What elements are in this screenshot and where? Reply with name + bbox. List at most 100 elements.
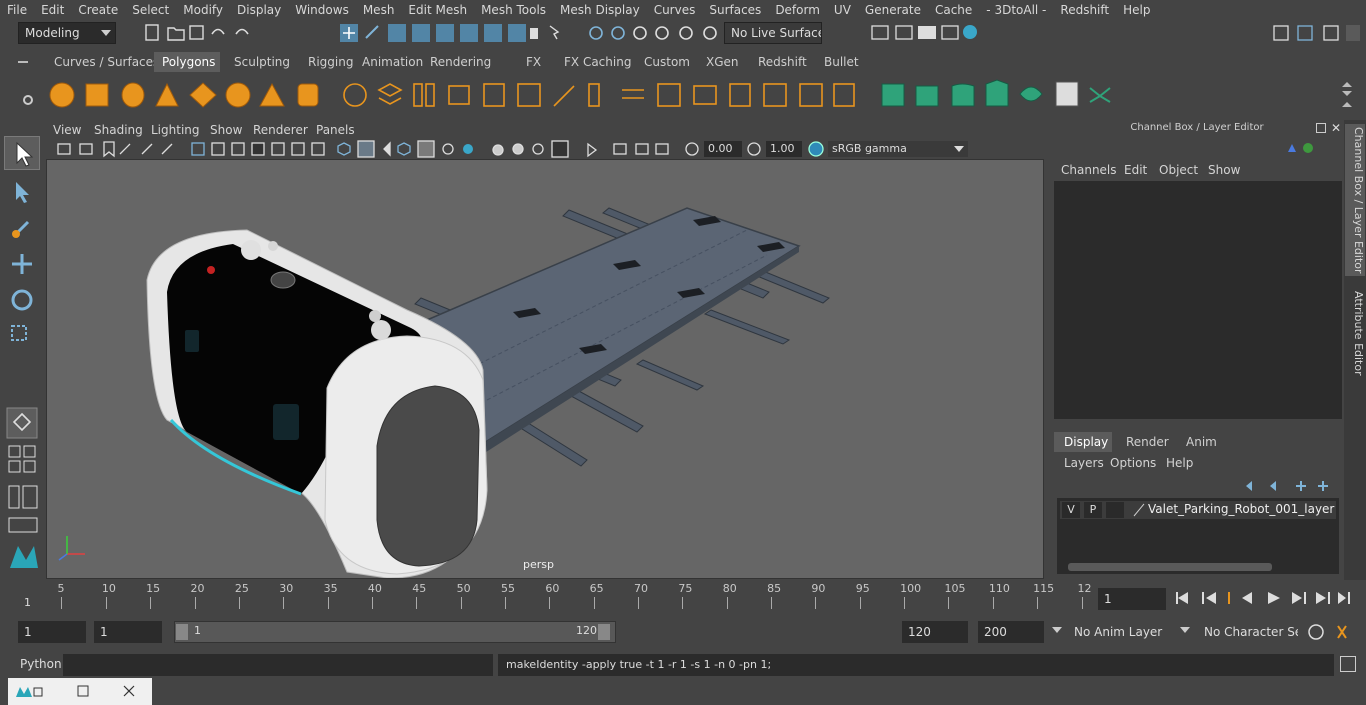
tab-channel-box[interactable]: Channel Box / Layer Editor — [1345, 124, 1365, 276]
menu-item-edit-mesh[interactable]: Edit Mesh — [401, 0, 474, 20]
menu-item-select[interactable]: Select — [125, 0, 176, 20]
viewport-menu-show[interactable]: Show — [210, 120, 242, 140]
channel-box-menu-object[interactable]: Object — [1159, 163, 1198, 177]
color-space-select[interactable]: sRGB gamma — [828, 141, 968, 157]
menu-item-edit[interactable]: Edit — [34, 0, 71, 20]
viewport-menu-shading[interactable]: Shading — [94, 120, 143, 140]
menu-item-help[interactable]: Help — [1116, 0, 1157, 20]
menu-item-mesh-tools[interactable]: Mesh Tools — [474, 0, 553, 20]
shelf-tab-curves-surfaces[interactable]: Curves / Surfaces — [46, 52, 159, 72]
channel-box-menu-edit[interactable]: Edit — [1124, 163, 1147, 177]
viewport-menu-panels[interactable]: Panels — [316, 120, 355, 140]
shelf-tab-xgen[interactable]: XGen — [698, 52, 742, 72]
shelf-tools[interactable] — [44, 76, 1364, 114]
shelf-tab-animation[interactable]: Animation — [354, 52, 423, 72]
layout-buttons[interactable] — [4, 406, 40, 576]
anim-pref-icons[interactable] — [1306, 622, 1358, 642]
menu-item-surfaces[interactable]: Surfaces — [702, 0, 768, 20]
channel-list[interactable] — [1054, 181, 1342, 419]
shelf-tab-redshift[interactable]: Redshift — [750, 52, 808, 72]
character-set-select[interactable]: No Character Set — [1198, 621, 1298, 643]
menu-item-mesh[interactable]: Mesh — [356, 0, 402, 20]
anim-layer-select[interactable]: No Anim Layer — [1068, 621, 1192, 643]
menu-item-create[interactable]: Create — [71, 0, 125, 20]
menu-item-file[interactable]: File — [0, 0, 34, 20]
mode-selector[interactable]: Modeling — [18, 22, 116, 44]
layer-type-toggle[interactable] — [1106, 502, 1124, 518]
timeline-tick-label: 15 — [146, 582, 161, 595]
layer-editor-icons[interactable] — [1240, 476, 1340, 494]
layer-visible-toggle[interactable]: V — [1062, 502, 1080, 518]
viewport-menu-view[interactable]: View — [53, 120, 81, 140]
viewport-menu-lighting[interactable]: Lighting — [151, 120, 200, 140]
shelf-tab-sculpting[interactable]: Sculpting — [226, 52, 292, 72]
shelf-tab-custom[interactable]: Custom — [636, 52, 690, 72]
menu-item-windows[interactable]: Windows — [288, 0, 356, 20]
timeline-tick — [682, 597, 684, 609]
window-controls[interactable] — [14, 683, 148, 701]
exposure-field[interactable]: 0.00 — [704, 141, 742, 157]
menu-item-uv[interactable]: UV — [827, 0, 858, 20]
robot-model[interactable] — [47, 160, 1044, 579]
menu-item-cache[interactable]: Cache — [928, 0, 979, 20]
menu-item-curves[interactable]: Curves — [647, 0, 703, 20]
layer-playback-toggle[interactable]: P — [1084, 502, 1102, 518]
tab-attribute-editor[interactable]: Attribute Editor — [1345, 288, 1365, 378]
layer-editor-menu-options[interactable]: Options — [1110, 456, 1156, 470]
range-slider[interactable] — [174, 621, 616, 643]
layer-editor-menu-help[interactable]: Help — [1166, 456, 1193, 470]
range-end-handle[interactable] — [598, 624, 610, 640]
gear-icon[interactable] — [22, 94, 34, 106]
layer-editor-tab-anim[interactable]: Anim — [1176, 432, 1222, 452]
current-frame-field[interactable]: 1 — [1098, 588, 1166, 610]
script-language-label[interactable]: Python — [20, 657, 62, 671]
end-time-field[interactable]: 200 — [978, 621, 1044, 643]
color-space-label: sRGB gamma — [832, 142, 907, 155]
playback-start-field[interactable]: 1 — [94, 621, 162, 643]
layer-editor-tab-display[interactable]: Display — [1054, 432, 1112, 452]
command-input[interactable] — [63, 654, 493, 676]
shelf-tab-rigging[interactable]: Rigging — [300, 52, 353, 72]
channel-box-menu-show[interactable]: Show — [1208, 163, 1240, 177]
layer-color-icon[interactable] — [1132, 503, 1146, 517]
gamma-field[interactable]: 1.00 — [766, 141, 802, 157]
layer-editor-menu-layers[interactable]: Layers — [1064, 456, 1104, 470]
timeline-tick — [1037, 597, 1039, 609]
menu-item-deform[interactable]: Deform — [768, 0, 827, 20]
menu-item-modify[interactable]: Modify — [176, 0, 230, 20]
layer-editor-tab-render[interactable]: Render — [1116, 432, 1172, 452]
menu-item-redshift[interactable]: Redshift — [1053, 0, 1116, 20]
timeline-tick-label: 70 — [634, 582, 649, 595]
playback-controls[interactable] — [1172, 588, 1362, 608]
select-tool-button[interactable] — [4, 136, 40, 170]
chevron-down-icon[interactable] — [1180, 627, 1190, 633]
close-icon[interactable]: ✕ — [1331, 121, 1341, 135]
live-surface-field[interactable]: No Live Surface — [724, 22, 822, 44]
menu-icon[interactable] — [18, 56, 28, 68]
shelf-tab-bullet[interactable]: Bullet — [816, 52, 860, 72]
menu-item-3dtoall[interactable]: - 3DtoAll - — [979, 0, 1053, 20]
chevron-down-icon[interactable] — [1052, 627, 1062, 633]
range-start-handle[interactable] — [176, 624, 188, 640]
perspective-viewport[interactable]: persp — [46, 159, 1044, 579]
shelf-tab-polygons[interactable]: Polygons — [154, 52, 220, 72]
shelf-tab-rendering[interactable]: Rendering — [422, 52, 508, 72]
script-editor-icon[interactable] — [1340, 656, 1356, 672]
float-panel-icon[interactable] — [1316, 123, 1326, 133]
layer-row[interactable]: V P Valet_Parking_Robot_001_layer — [1060, 501, 1336, 519]
start-time-field[interactable]: 1 — [18, 621, 86, 643]
channel-box-menu-channels[interactable]: Channels — [1061, 163, 1117, 177]
shelf-tab-fx[interactable]: FX — [518, 52, 550, 72]
timeline-tick — [238, 597, 240, 609]
menu-item-display[interactable]: Display — [230, 0, 288, 20]
viewport-menu-renderer[interactable]: Renderer — [253, 120, 308, 140]
tool-box-icons[interactable] — [4, 174, 40, 354]
playback-end-field[interactable]: 120 — [902, 621, 968, 643]
channel-box-icons[interactable] — [1284, 140, 1324, 156]
timeline-tick — [638, 597, 640, 609]
timeline-tick — [460, 597, 462, 609]
menu-item-mesh-display[interactable]: Mesh Display — [553, 0, 647, 20]
menu-item-generate[interactable]: Generate — [858, 0, 928, 20]
shelf-tab-fx-caching[interactable]: FX Caching — [556, 52, 631, 72]
layer-scrollbar[interactable] — [1068, 563, 1272, 571]
